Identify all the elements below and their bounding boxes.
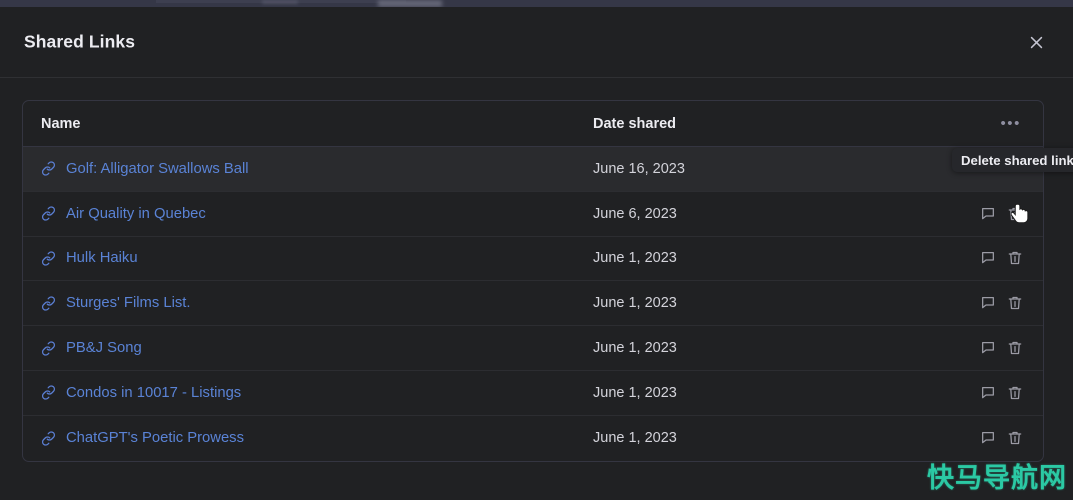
row-name-cell: ChatGPT's Poetic Prowess <box>23 430 593 446</box>
link-icon <box>41 161 56 177</box>
shared-link-title[interactable]: Sturges' Films List. <box>66 295 191 311</box>
shared-link-title[interactable]: ChatGPT's Poetic Prowess <box>66 430 244 446</box>
row-date-cell: June 6, 2023 <box>593 205 677 222</box>
close-icon <box>1030 36 1042 48</box>
shared-links-table: Name Date shared ••• Golf: Alligator Swa… <box>22 100 1044 462</box>
row-actions <box>943 430 1043 446</box>
site-watermark: 快马导航网 <box>927 463 1067 494</box>
trash-icon[interactable] <box>1007 340 1023 356</box>
trash-icon[interactable] <box>1007 430 1023 446</box>
row-date-cell: June 1, 2023 <box>593 384 677 401</box>
row-date-cell: June 1, 2023 <box>593 430 677 447</box>
link-icon <box>41 340 56 356</box>
link-icon <box>41 431 56 446</box>
row-date-cell: June 16, 2023 <box>593 160 685 177</box>
link-icon <box>41 251 56 266</box>
comment-icon[interactable] <box>980 385 996 401</box>
browser-chrome-sliver <box>0 0 1073 7</box>
table-header-row: Name Date shared ••• <box>23 101 1043 147</box>
page-title: Shared Links <box>24 31 136 52</box>
column-header-name: Name <box>41 115 81 132</box>
shared-link-title[interactable]: Golf: Alligator Swallows Ball <box>66 161 249 177</box>
table-row[interactable]: ChatGPT's Poetic Prowess June 1, 2023 <box>23 416 1043 461</box>
row-actions <box>943 385 1043 401</box>
chrome-blur-bar-c <box>262 0 298 4</box>
row-name-cell: Air Quality in Quebec <box>23 206 593 222</box>
delete-shared-link-tooltip: Delete shared link <box>952 148 1073 172</box>
chrome-blur-bar-b <box>378 0 442 7</box>
comment-icon[interactable] <box>980 206 996 222</box>
row-date-cell: June 1, 2023 <box>593 250 677 267</box>
table-options-menu-button[interactable]: ••• <box>943 116 1043 131</box>
shared-link-title[interactable]: Hulk Haiku <box>66 250 138 266</box>
screen: Shared Links Name Date shared ••• Golf: … <box>0 0 1073 500</box>
shared-links-modal: Shared Links Name Date shared ••• Golf: … <box>0 7 1073 485</box>
row-name-cell: PB&J Song <box>23 340 593 356</box>
comment-icon[interactable] <box>980 430 996 446</box>
table-row[interactable]: Air Quality in Quebec June 6, 2023 <box>23 192 1043 237</box>
trash-icon[interactable] <box>1007 206 1023 222</box>
trash-icon[interactable] <box>1007 385 1023 401</box>
shared-link-title[interactable]: Condos in 10017 - Listings <box>66 385 241 401</box>
modal-header: Shared Links <box>0 7 1073 78</box>
close-button[interactable] <box>1023 29 1049 55</box>
shared-link-title[interactable]: PB&J Song <box>66 340 142 356</box>
row-date-cell: June 1, 2023 <box>593 295 677 312</box>
row-actions <box>943 206 1043 222</box>
link-icon <box>41 206 56 221</box>
comment-icon[interactable] <box>980 250 996 266</box>
column-header-date: Date shared <box>593 115 677 132</box>
table-row[interactable]: Golf: Alligator Swallows Ball June 16, 2… <box>23 147 1043 192</box>
row-name-cell: Condos in 10017 - Listings <box>23 385 593 401</box>
shared-link-title[interactable]: Air Quality in Quebec <box>66 206 206 222</box>
row-actions <box>943 295 1043 311</box>
row-name-cell: Hulk Haiku <box>23 250 593 266</box>
table-row[interactable]: PB&J Song June 1, 2023 <box>23 326 1043 371</box>
row-name-cell: Sturges' Films List. <box>23 295 593 311</box>
table-row[interactable]: Sturges' Films List. June 1, 2023 <box>23 281 1043 327</box>
row-actions <box>943 250 1043 266</box>
table-row[interactable]: Condos in 10017 - Listings June 1, 2023 <box>23 371 1043 416</box>
trash-icon[interactable] <box>1007 295 1023 311</box>
row-name-cell: Golf: Alligator Swallows Ball <box>23 161 593 177</box>
link-icon <box>41 296 56 311</box>
link-icon <box>41 385 56 401</box>
comment-icon[interactable] <box>980 295 996 311</box>
row-date-cell: June 1, 2023 <box>593 340 677 357</box>
table-row[interactable]: Hulk Haiku June 1, 2023 <box>23 237 1043 282</box>
row-actions <box>943 340 1043 356</box>
trash-icon[interactable] <box>1007 250 1023 266</box>
comment-icon[interactable] <box>980 340 996 356</box>
